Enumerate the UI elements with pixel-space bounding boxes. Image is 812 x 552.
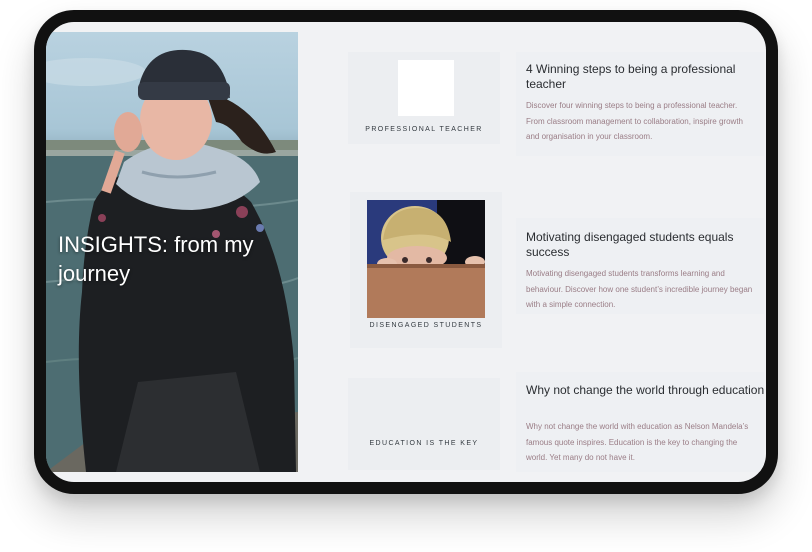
article-description: Motivating disengaged students transform… bbox=[526, 269, 753, 309]
article-title[interactable]: 4 Winning steps to being a professional … bbox=[526, 62, 766, 92]
article-title[interactable]: Why not change the world through educati… bbox=[526, 383, 766, 398]
screen: INSIGHTS: from my journey PROFESSIONAL T… bbox=[46, 22, 766, 482]
article-description: Discover four winning steps to being a p… bbox=[526, 101, 743, 141]
article-thumb-card[interactable]: EDUCATION IS THE KEY bbox=[348, 378, 500, 470]
boy-photo bbox=[367, 200, 485, 318]
article-thumbnail bbox=[398, 60, 454, 116]
thumb-label: DISENGAGED STUDENTS bbox=[369, 322, 483, 329]
hero-title: INSIGHTS: from my journey bbox=[58, 232, 254, 286]
device-frame: INSIGHTS: from my journey PROFESSIONAL T… bbox=[34, 10, 778, 494]
thumb-label: EDUCATION IS THE KEY bbox=[369, 440, 479, 447]
article-thumbnail bbox=[367, 200, 485, 318]
article-thumb-card[interactable]: PROFESSIONAL TEACHER bbox=[348, 52, 500, 144]
article-title[interactable]: Motivating disengaged students equals su… bbox=[526, 230, 766, 260]
hero-feature-card[interactable]: INSIGHTS: from my journey bbox=[46, 32, 298, 472]
article-thumb-card[interactable]: DISENGAGED STUDENTS bbox=[350, 192, 502, 348]
thumb-label: PROFESSIONAL TEACHER bbox=[365, 126, 483, 133]
article-description: Why not change the world with education … bbox=[526, 422, 749, 462]
